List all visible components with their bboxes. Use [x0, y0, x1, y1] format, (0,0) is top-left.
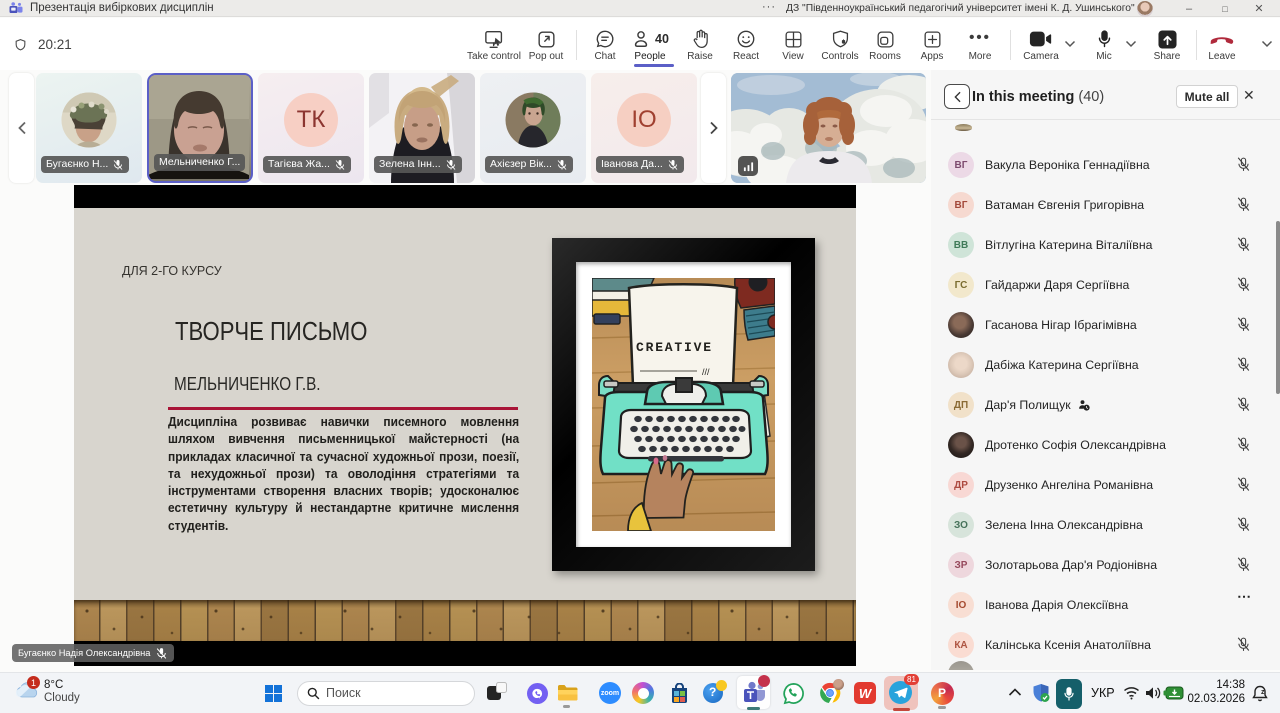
- svg-text:z: z: [1261, 689, 1265, 696]
- svg-text:///: ///: [702, 367, 710, 377]
- svg-text:CREATIVE: CREATIVE: [636, 340, 713, 355]
